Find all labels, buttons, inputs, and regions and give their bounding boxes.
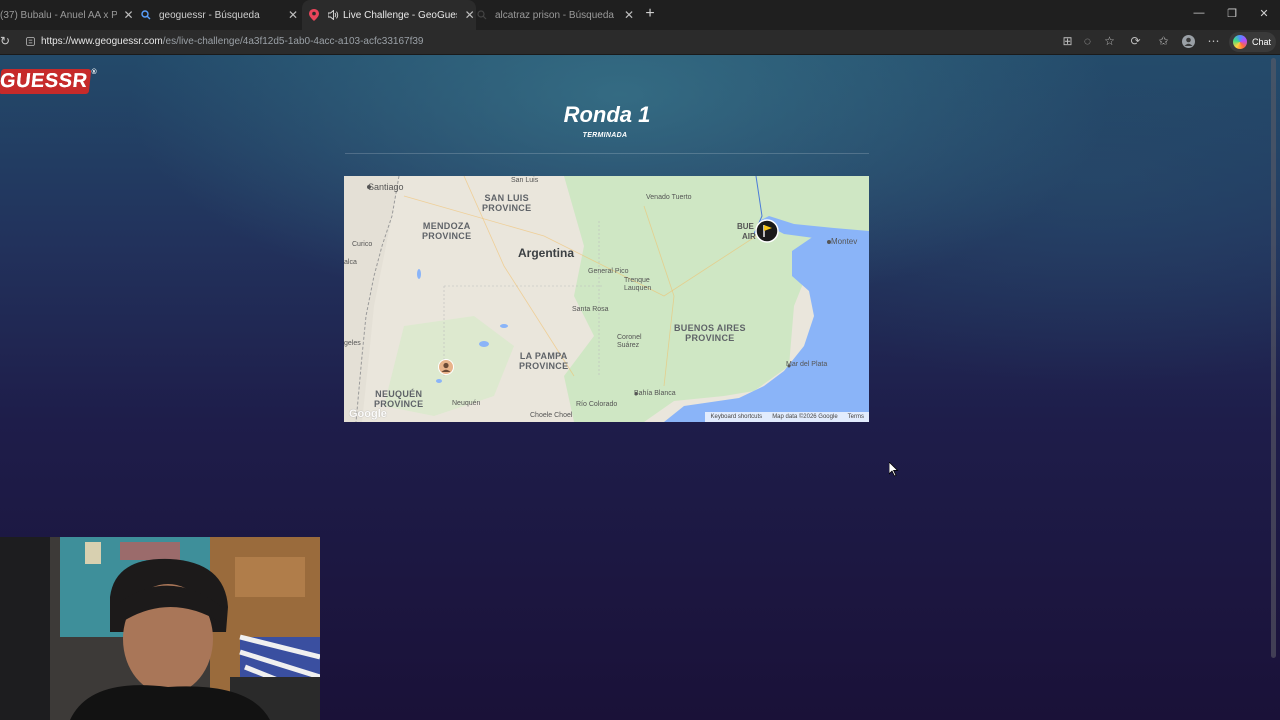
apps-icon[interactable]: ⊞ (1061, 35, 1074, 48)
more-menu-icon[interactable]: ⋯ (1207, 35, 1220, 48)
tab-label: Live Challenge - GeoGuessr (343, 9, 458, 21)
new-tab-icon[interactable]: + (642, 6, 658, 22)
copilot-icon (1233, 35, 1247, 49)
tab-label: geoguessr - Búsqueda (159, 9, 260, 21)
copilot-chat-button[interactable]: Chat (1229, 32, 1276, 52)
profile-icon[interactable] (1182, 35, 1195, 48)
close-icon[interactable]: ✕ (622, 8, 636, 22)
webcam-feed (0, 537, 320, 720)
logo-mark: ® (91, 69, 98, 76)
chat-label: Chat (1252, 37, 1272, 47)
close-icon[interactable]: ✕ (123, 8, 134, 22)
tab-alcatraz-search[interactable]: alcatraz prison - Búsqueda ✕ (476, 0, 636, 30)
speaker-icon[interactable] (327, 9, 339, 21)
webcam-overlay (0, 537, 320, 720)
location-pin-icon (308, 9, 320, 21)
refresh-extension-icon[interactable]: ⟳ (1129, 35, 1142, 48)
divider (345, 153, 869, 154)
round-title: Ronda 1 (563, 102, 651, 127)
favorite-star-icon[interactable]: ☆ (1103, 35, 1116, 48)
search-icon (140, 9, 152, 21)
geoguessr-logo[interactable]: GUESSR ® (0, 69, 97, 94)
result-map[interactable]: Argentina SAN LUIS PROVINCE MENDOZA PROV… (344, 176, 869, 422)
keyboard-shortcuts-link[interactable]: Keyboard shortcuts (705, 414, 767, 420)
restore-icon[interactable]: ❐ (1224, 7, 1240, 20)
tab-geoguessr-search[interactable]: geoguessr - Búsqueda ✕ (140, 0, 300, 30)
tab-bar: (37) Bubalu - Anuel AA x Prince R ✕ geog… (0, 0, 1280, 30)
logo-text: GUESSR (0, 69, 92, 94)
close-icon[interactable]: ✕ (286, 8, 300, 22)
url-path: /es/live-challenge/4a3f12d5-1ab0-4acc-a1… (162, 36, 424, 47)
tab-youtube[interactable]: (37) Bubalu - Anuel AA x Prince R ✕ (0, 0, 134, 30)
reader-icon[interactable]: ◌ (1081, 35, 1094, 48)
url-host: https://www.geoguessr.com (41, 36, 163, 47)
mouse-cursor-icon (889, 462, 899, 477)
close-icon[interactable]: ✕ (463, 8, 476, 22)
reload-icon[interactable]: ↻ (0, 35, 12, 47)
tab-label: alcatraz prison - Búsqueda (495, 9, 614, 21)
url-field[interactable]: https://www.geoguessr.com/es/live-challe… (41, 36, 423, 47)
tab-live-challenge[interactable]: Live Challenge - GeoGuessr ✕ (302, 0, 476, 30)
round-status: TERMINADA (582, 132, 628, 139)
google-logo: Google (349, 408, 387, 420)
address-bar: ↻ https://www.geoguessr.com/es/live-chal… (0, 30, 1280, 55)
favorites-icon[interactable]: ✩ (1157, 35, 1170, 48)
site-info-icon[interactable] (26, 37, 35, 46)
search-icon (476, 9, 488, 21)
close-window-icon[interactable]: ✕ (1256, 7, 1272, 20)
minimize-icon[interactable]: — (1191, 7, 1207, 19)
page-scrollbar[interactable] (1271, 58, 1276, 658)
map-data-label: Map data ©2026 Google (772, 414, 838, 420)
city-dots (367, 185, 831, 396)
map-attribution: Keyboard shortcuts Map data ©2026 Google… (705, 412, 869, 422)
tab-label: (37) Bubalu - Anuel AA x Prince R (0, 9, 118, 21)
terms-link[interactable]: Terms (843, 414, 869, 420)
